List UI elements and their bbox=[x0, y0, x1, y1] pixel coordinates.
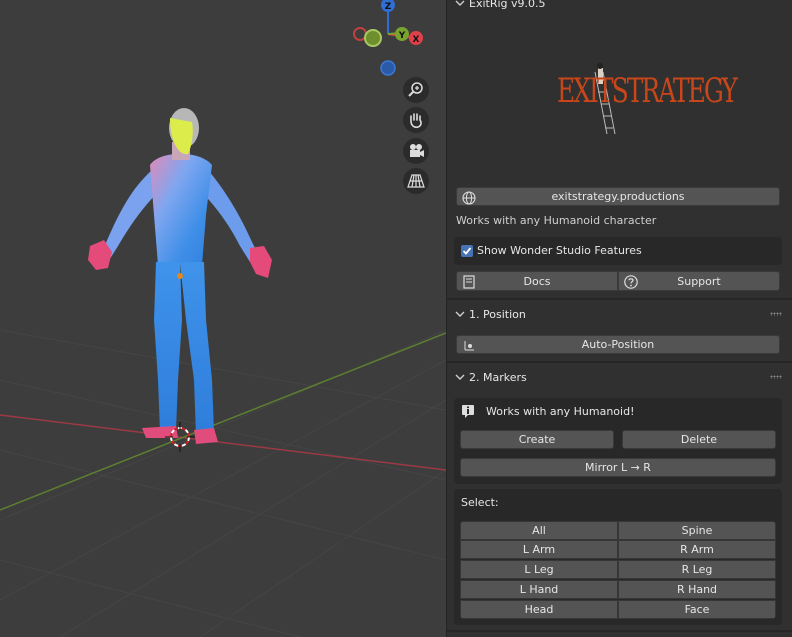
tagline-text: Works with any Humanoid character bbox=[456, 214, 657, 227]
auto-position-label: Auto-Position bbox=[581, 338, 655, 351]
checkmark-icon bbox=[462, 247, 472, 255]
hand-icon bbox=[410, 113, 422, 129]
support-label: Support bbox=[677, 274, 721, 288]
docs-button[interactable]: Docs bbox=[456, 271, 618, 291]
website-link-label: exitstrategy.productions bbox=[551, 190, 685, 203]
perspective-toggle-button[interactable] bbox=[403, 168, 429, 194]
select-label: Select: bbox=[461, 496, 499, 509]
transform-axes-icon bbox=[464, 341, 474, 351]
docs-label: Docs bbox=[523, 274, 551, 288]
pan-button[interactable] bbox=[403, 107, 429, 133]
chevron-down-icon bbox=[455, 311, 465, 317]
humanoid-character[interactable] bbox=[88, 108, 272, 444]
create-label: Create bbox=[518, 433, 556, 446]
select-face-button[interactable]: Face bbox=[618, 600, 776, 619]
camera-icon bbox=[410, 144, 424, 157]
drag-handle-icon[interactable] bbox=[770, 375, 782, 379]
gizmo-z-label: Z bbox=[385, 2, 392, 12]
grid-perspective-icon bbox=[407, 174, 425, 188]
gizmo-y-label: Y bbox=[398, 31, 406, 41]
chevron-down-icon bbox=[455, 374, 465, 380]
section-divider bbox=[447, 630, 792, 632]
select-r-arm-button[interactable]: R Arm bbox=[618, 540, 776, 559]
website-link-button[interactable]: exitstrategy.productions bbox=[456, 187, 780, 206]
exitstrategy-logo: EXITSTRATEGY bbox=[557, 62, 738, 142]
logo-wordmark: EXITSTRATEGY bbox=[557, 70, 738, 111]
camera-view-button[interactable] bbox=[403, 138, 429, 164]
scene-canvas[interactable] bbox=[0, 0, 446, 637]
section-divider bbox=[447, 361, 792, 363]
zoom-icon bbox=[408, 82, 423, 97]
select-r-hand-button[interactable]: R Hand bbox=[618, 580, 776, 599]
chevron-down-icon bbox=[455, 0, 465, 6]
markers-section-title: 2. Markers bbox=[469, 370, 527, 384]
y-axis-line bbox=[0, 332, 446, 511]
wonder-studio-checkbox[interactable] bbox=[461, 245, 473, 257]
mirror-markers-button[interactable]: Mirror L → R bbox=[460, 458, 776, 477]
gizmo-x-label: X bbox=[413, 35, 420, 45]
question-icon bbox=[624, 275, 638, 289]
position-section-title: 1. Position bbox=[469, 307, 526, 321]
delete-markers-button[interactable]: Delete bbox=[622, 430, 776, 449]
mirror-label: Mirror L → R bbox=[585, 461, 651, 474]
select-l-leg-button[interactable]: L Leg bbox=[460, 560, 618, 579]
select-spine-button[interactable]: Spine bbox=[618, 521, 776, 540]
zoom-button[interactable] bbox=[403, 77, 429, 103]
auto-position-button[interactable]: Auto-Position bbox=[456, 335, 780, 354]
markers-section-header[interactable]: 2. Markers bbox=[453, 366, 786, 388]
section-divider bbox=[447, 298, 792, 300]
create-markers-button[interactable]: Create bbox=[460, 430, 614, 449]
addon-title: ExitRig v9.0.5 bbox=[469, 0, 546, 10]
select-l-hand-button[interactable]: L Hand bbox=[460, 580, 618, 599]
3d-viewport[interactable]: Z Y X bbox=[0, 0, 446, 637]
support-button[interactable]: Support bbox=[618, 271, 780, 291]
select-l-arm-button[interactable]: L Arm bbox=[460, 540, 618, 559]
drag-handle-icon[interactable] bbox=[770, 312, 782, 316]
select-all-button[interactable]: All bbox=[460, 521, 618, 540]
delete-label: Delete bbox=[680, 433, 718, 446]
wonder-studio-label[interactable]: Show Wonder Studio Features bbox=[477, 244, 642, 257]
addon-sidebar-panel: ExitRig v9.0.5 EXITSTRATEGY exitstrategy… bbox=[446, 0, 792, 637]
exitrig-panel-header[interactable]: ExitRig v9.0.5 bbox=[453, 0, 786, 14]
x-axis-line bbox=[0, 414, 446, 471]
book-icon bbox=[463, 275, 475, 289]
select-r-leg-button[interactable]: R Leg bbox=[618, 560, 776, 579]
select-head-button[interactable]: Head bbox=[460, 600, 618, 619]
globe-icon bbox=[462, 191, 476, 205]
markers-info-text: Works with any Humanoid! bbox=[486, 405, 635, 418]
info-icon bbox=[461, 404, 475, 418]
navigation-gizmo[interactable]: Z Y X bbox=[348, 0, 428, 80]
position-section-header[interactable]: 1. Position bbox=[453, 303, 786, 325]
